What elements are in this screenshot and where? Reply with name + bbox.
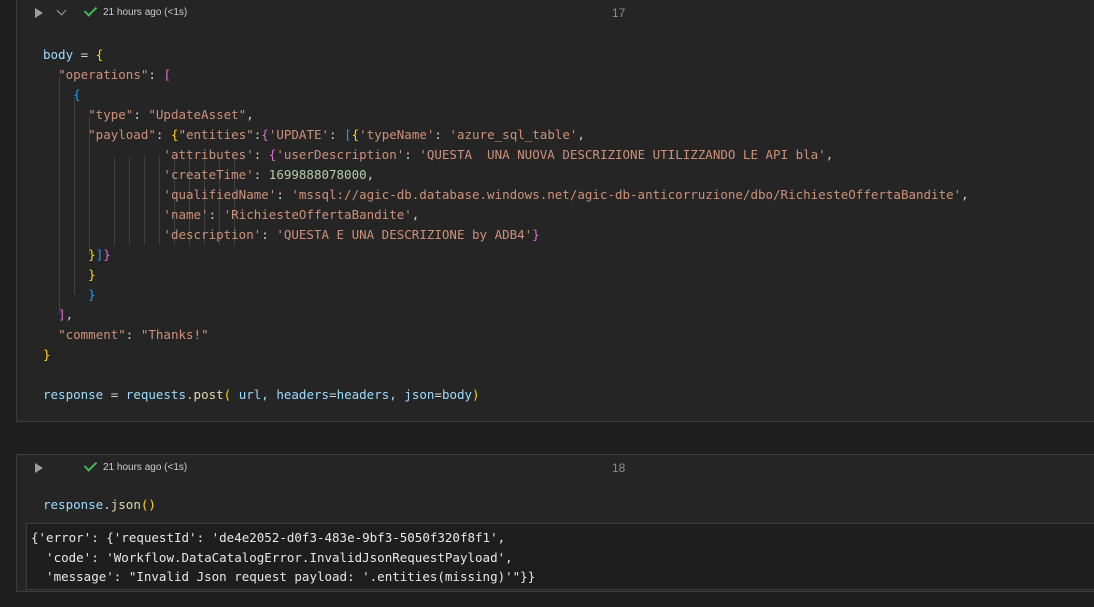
code-line: } — [43, 347, 51, 362]
output-line: {'error': {'requestId': 'de4e2052-d0f3-4… — [31, 530, 506, 545]
code-line: "payload": {"entities":{'UPDATE': [{'typ… — [88, 127, 585, 142]
code-line: 'attributes': {'userDescription': 'QUEST… — [163, 147, 834, 162]
cell-status-bar: 21 hours ago (<1s) 17 — [17, 0, 1094, 26]
run-cell-icon[interactable] — [35, 8, 43, 18]
code-line: body = { — [43, 47, 104, 62]
code-line: } — [88, 267, 96, 282]
execution-count: 18 — [612, 461, 626, 475]
code-line: "type": "UpdateAsset", — [88, 107, 254, 122]
execution-count: 17 — [612, 6, 626, 20]
code-line: } — [88, 287, 96, 302]
code-editor[interactable]: body = { "operations": [ { "type": "Upda… — [43, 45, 969, 405]
execution-time: 21 hours ago (<1s) — [103, 462, 188, 473]
code-line: "comment": "Thanks!" — [58, 327, 209, 342]
code-line: response.json() — [43, 497, 156, 512]
code-line: 'name': 'RichiesteOffertaBandite', — [163, 207, 420, 222]
output-line: 'code': 'Workflow.DataCatalogError.Inval… — [31, 549, 513, 565]
execution-time: 21 hours ago (<1s) — [103, 7, 188, 18]
code-cell-18[interactable]: 21 hours ago (<1s) 18 response.json() {'… — [16, 454, 1094, 592]
run-cell-icon[interactable] — [35, 463, 43, 473]
code-line: { — [73, 87, 81, 102]
code-cell-17[interactable]: 21 hours ago (<1s) 17 body = { "operatio… — [16, 0, 1094, 422]
chevron-down-icon[interactable] — [56, 5, 67, 16]
code-editor[interactable]: response.json() — [43, 495, 156, 515]
code-line: 'createTime': 1699888078000, — [163, 167, 375, 182]
code-line: 'qualifiedName': 'mssql://agic-db.databa… — [163, 187, 969, 202]
output-text: {'error': {'requestId': 'de4e2052-d0f3-4… — [31, 528, 535, 587]
output-line: 'message': "Invalid Json request payload… — [31, 569, 536, 584]
code-line: }]} — [88, 247, 111, 262]
code-line: response = requests.post( url, headers=h… — [43, 387, 480, 402]
code-line: 'description': 'QUESTA E UNA DESCRIZIONE… — [163, 227, 540, 242]
code-line: ], — [58, 307, 74, 322]
check-icon — [83, 3, 98, 17]
cell-status-bar: 21 hours ago (<1s) 18 — [17, 455, 1094, 481]
check-icon — [83, 458, 98, 472]
code-line: "operations": [ — [58, 67, 171, 82]
cell-output: {'error': {'requestId': 'de4e2052-d0f3-4… — [26, 523, 1094, 590]
